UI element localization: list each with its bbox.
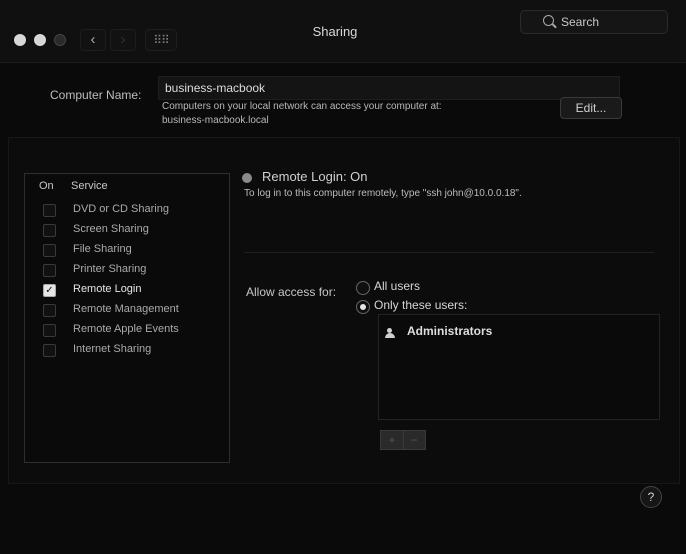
service-checkbox[interactable] xyxy=(43,344,56,357)
service-checkbox[interactable] xyxy=(43,264,56,277)
radio-only-these-users-label[interactable]: Only these users: xyxy=(374,298,467,312)
group-icon xyxy=(385,328,399,338)
add-remove-control: + − xyxy=(380,430,426,450)
status-indicator xyxy=(242,173,252,183)
back-button[interactable]: ‹ xyxy=(80,29,106,51)
service-list: On Service DVD or CD Sharing Screen Shar… xyxy=(24,173,230,463)
service-row-screen-sharing[interactable]: Screen Sharing xyxy=(25,220,229,240)
service-status-label: Remote Login: On xyxy=(262,169,368,184)
service-label: Printer Sharing xyxy=(73,263,147,275)
service-label: Internet Sharing xyxy=(73,343,152,355)
search-icon xyxy=(543,15,554,26)
show-all-button[interactable]: ⠿⠿ xyxy=(145,29,177,51)
service-label: Remote Management xyxy=(73,303,179,315)
service-label: Screen Sharing xyxy=(73,223,149,235)
help-button[interactable]: ? xyxy=(640,486,662,508)
service-row-internet-sharing[interactable]: Internet Sharing xyxy=(25,340,229,360)
search-field[interactable]: Search xyxy=(520,10,668,34)
radio-only-these-users[interactable] xyxy=(356,300,370,314)
user-label: Administrators xyxy=(407,324,493,338)
computer-name-label: Computer Name: xyxy=(50,88,142,102)
service-checkbox[interactable] xyxy=(43,244,56,257)
remote-login-help-text: To log in to this computer remotely, typ… xyxy=(244,188,522,199)
service-label: File Sharing xyxy=(73,243,132,255)
service-checkbox[interactable] xyxy=(43,204,56,217)
toolbar: ‹ › ⠿⠿ Sharing Search xyxy=(0,0,686,63)
radio-all-users-label[interactable]: All users xyxy=(374,279,420,293)
column-header-service: Service xyxy=(71,180,108,192)
service-row-file-sharing[interactable]: File Sharing xyxy=(25,240,229,260)
computer-name-value: business-macbook xyxy=(165,81,266,95)
service-row-remote-apple-events[interactable]: Remote Apple Events xyxy=(25,320,229,340)
window-title: Sharing xyxy=(312,24,358,39)
edit-button[interactable]: Edit... xyxy=(560,97,622,119)
service-row-remote-login[interactable]: ✓ Remote Login xyxy=(25,280,229,300)
service-label: Remote Login xyxy=(73,283,142,295)
allowed-users-list: Administrators xyxy=(378,314,660,420)
service-label: DVD or CD Sharing xyxy=(73,203,169,215)
remove-user-button[interactable]: − xyxy=(403,431,425,449)
radio-all-users[interactable] xyxy=(356,281,370,295)
allow-access-label: Allow access for: xyxy=(246,285,337,299)
forward-button[interactable]: › xyxy=(110,29,136,51)
divider xyxy=(244,252,654,253)
service-checkbox[interactable]: ✓ xyxy=(43,284,56,297)
service-row-printer-sharing[interactable]: Printer Sharing xyxy=(25,260,229,280)
column-header-on: On xyxy=(39,180,54,192)
computer-name-description: Computers on your local network can acce… xyxy=(162,100,542,128)
sharing-window: ‹ › ⠿⠿ Sharing Search Computer Name: bus… xyxy=(0,0,686,554)
add-user-button[interactable]: + xyxy=(381,431,404,449)
service-row-dvd[interactable]: DVD or CD Sharing xyxy=(25,200,229,220)
service-row-remote-management[interactable]: Remote Management xyxy=(25,300,229,320)
close-button[interactable] xyxy=(14,34,26,46)
minimize-button[interactable] xyxy=(34,34,46,46)
computer-name-input[interactable]: business-macbook xyxy=(158,76,620,100)
service-label: Remote Apple Events xyxy=(73,323,179,335)
description-line-2: business-macbook.local xyxy=(162,115,269,126)
search-placeholder: Search xyxy=(561,15,600,29)
service-checkbox[interactable] xyxy=(43,224,56,237)
service-checkbox[interactable] xyxy=(43,324,56,337)
service-checkbox[interactable] xyxy=(43,304,56,317)
zoom-button[interactable] xyxy=(54,34,66,46)
description-line-1: Computers on your local network can acce… xyxy=(162,101,442,112)
